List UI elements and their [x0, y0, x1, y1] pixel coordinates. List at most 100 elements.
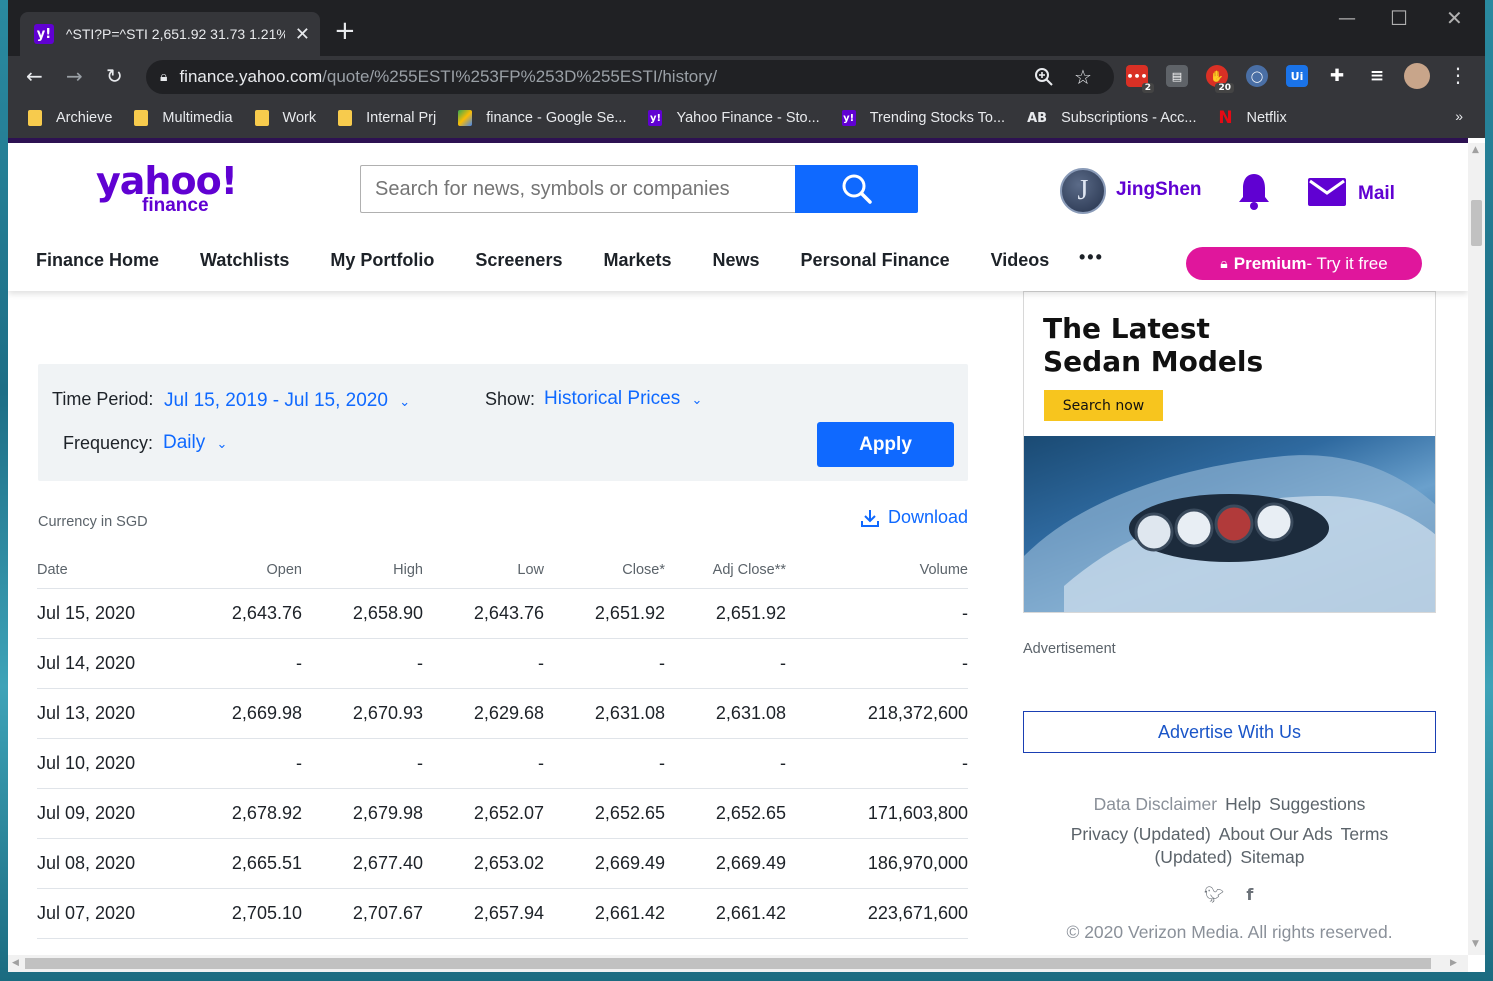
- bookmark-label: Archieve: [56, 110, 113, 126]
- close-window-icon[interactable]: ✕: [1446, 6, 1463, 30]
- footer-link-suggestions[interactable]: Suggestions: [1269, 794, 1365, 814]
- forward-icon[interactable]: →: [66, 64, 83, 88]
- bookmark-label: finance - Google Se...: [486, 110, 627, 126]
- ad-search-button[interactable]: Search now: [1044, 390, 1163, 421]
- avatar[interactable]: J: [1060, 168, 1106, 214]
- scroll-up-icon[interactable]: ▲: [1472, 145, 1479, 155]
- main-nav: Finance Home Watchlists My Portfolio Scr…: [36, 250, 1090, 271]
- new-tab-icon[interactable]: +: [334, 16, 356, 46]
- table-cell: 2,669.49: [665, 838, 786, 889]
- bell-icon[interactable]: [1236, 171, 1272, 216]
- more-bookmarks-icon[interactable]: »: [1455, 108, 1463, 124]
- mail-icon[interactable]: [1308, 178, 1346, 211]
- extension-badge: 20: [1215, 83, 1234, 93]
- search-input[interactable]: [360, 165, 796, 213]
- nav-news[interactable]: News: [713, 250, 760, 271]
- ad-title: The Latest Sedan Models: [1043, 312, 1263, 378]
- browser-tab[interactable]: y! ^STI?P=^STI 2,651.92 31.73 1.21% ✕: [20, 12, 320, 56]
- folder-icon: [338, 110, 353, 126]
- netflix-icon: N: [1218, 108, 1233, 128]
- reload-icon[interactable]: ↻: [106, 64, 123, 88]
- browser-menu-icon[interactable]: ⋮: [1448, 63, 1468, 87]
- nav-markets[interactable]: Markets: [603, 250, 671, 271]
- horizontal-scroll-thumb[interactable]: [25, 958, 1431, 969]
- frequency-dropdown[interactable]: Daily ⌄: [163, 432, 227, 454]
- show-dropdown[interactable]: Historical Prices ⌄: [544, 388, 702, 410]
- nav-finance-home[interactable]: Finance Home: [36, 250, 159, 271]
- search-button[interactable]: [795, 165, 918, 213]
- table-cell: -: [665, 738, 786, 789]
- profile-avatar-icon[interactable]: [1404, 63, 1430, 89]
- time-period-dropdown[interactable]: Jul 15, 2019 - Jul 15, 2020 ⌄: [164, 390, 410, 412]
- table-cell: -: [423, 738, 544, 789]
- footer-link-terms-updated[interactable]: (Updated): [1154, 847, 1232, 867]
- bookmark-trending-stocks[interactable]: y! Trending Stocks To...: [841, 110, 1005, 126]
- scroll-right-icon[interactable]: ▶: [1450, 958, 1457, 968]
- bookmark-subscriptions[interactable]: AB Subscriptions - Acc...: [1027, 110, 1196, 126]
- extension-printer-icon[interactable]: ▤: [1166, 65, 1188, 87]
- col-open: Open: [177, 553, 302, 589]
- table-cell: Jul 13, 2020: [37, 688, 177, 739]
- footer-link-terms[interactable]: Terms: [1341, 824, 1389, 844]
- bookmark-yahoo-finance[interactable]: y! Yahoo Finance - Sto...: [648, 110, 820, 126]
- address-bar[interactable]: 🔒︎ finance.yahoo.com/quote/%255ESTI%253F…: [146, 60, 1114, 94]
- footer-link-about-ads[interactable]: About Our Ads: [1219, 824, 1333, 844]
- facebook-icon[interactable]: f: [1246, 885, 1253, 904]
- nav-personal-finance[interactable]: Personal Finance: [801, 250, 950, 271]
- nav-watchlists[interactable]: Watchlists: [200, 250, 289, 271]
- nav-more-icon[interactable]: •••: [1079, 247, 1104, 268]
- table-cell: Jul 14, 2020: [37, 638, 177, 689]
- footer-link-privacy[interactable]: Privacy (Updated): [1071, 824, 1211, 844]
- nav-videos[interactable]: Videos: [991, 250, 1050, 271]
- bookmark-multimedia[interactable]: Multimedia: [134, 110, 233, 126]
- ad-banner[interactable]: The Latest Sedan Models Search now: [1023, 291, 1436, 613]
- bookmark-work[interactable]: Work: [254, 110, 316, 126]
- bookmark-netflix[interactable]: N Netflix: [1218, 108, 1287, 128]
- nav-screeners[interactable]: Screeners: [475, 250, 562, 271]
- table-cell: 2,631.08: [665, 688, 786, 739]
- google-sheets-icon: [458, 110, 473, 126]
- bookmark-label: Internal Prj: [366, 110, 437, 126]
- mail-link[interactable]: Mail: [1358, 183, 1395, 205]
- twitter-icon[interactable]: 🐦︎: [1204, 885, 1224, 904]
- apply-button[interactable]: Apply: [817, 422, 954, 467]
- table-row: Jul 08, 2020 2,665.51 2,677.40 2,653.02 2,66…: [37, 838, 968, 889]
- close-tab-icon[interactable]: ✕: [295, 24, 310, 45]
- bookmark-google-sheets[interactable]: finance - Google Se...: [458, 110, 626, 126]
- footer-link-sitemap[interactable]: Sitemap: [1240, 847, 1304, 867]
- bookmark-star-icon[interactable]: ☆: [1074, 65, 1092, 89]
- bookmark-label: Netflix: [1246, 110, 1287, 126]
- bookmark-archieve[interactable]: Archieve: [28, 110, 112, 126]
- vertical-scrollbar[interactable]: ▲ ▼: [1468, 143, 1485, 955]
- scroll-down-icon[interactable]: ▼: [1472, 939, 1479, 949]
- horizontal-scrollbar[interactable]: ◀ ▶: [8, 955, 1468, 972]
- vertical-scroll-thumb[interactable]: [1471, 200, 1482, 246]
- download-link[interactable]: Download: [860, 507, 968, 528]
- table-cell: 2,669.98: [177, 688, 302, 739]
- footer-link-help[interactable]: Help: [1225, 794, 1261, 814]
- bookmark-internal-prj[interactable]: Internal Prj: [338, 110, 436, 126]
- footer-link-data-disclaimer[interactable]: Data Disclaimer: [1094, 794, 1218, 814]
- lock-icon: 🔒︎: [160, 69, 168, 85]
- advertise-with-us-button[interactable]: Advertise With Us: [1023, 711, 1436, 753]
- maximize-icon[interactable]: ☐: [1390, 6, 1408, 30]
- user-name[interactable]: JingShen: [1116, 179, 1202, 201]
- table-cell: 218,372,600: [786, 688, 968, 739]
- extension-calendar-icon[interactable]: ••• 2: [1126, 65, 1154, 93]
- back-icon[interactable]: ←: [26, 64, 43, 88]
- media-queue-icon[interactable]: ≡: [1366, 65, 1388, 87]
- extension-ui-icon[interactable]: Ui: [1286, 65, 1308, 87]
- yahoo-finance-logo[interactable]: yahoo! finance: [96, 161, 238, 216]
- minimize-icon[interactable]: —: [1338, 8, 1356, 29]
- extension-adblock-icon[interactable]: ✋ 20: [1206, 65, 1234, 93]
- extensions-puzzle-icon[interactable]: ✚: [1326, 65, 1348, 87]
- extension-circle-icon[interactable]: ◯: [1246, 65, 1268, 87]
- zoom-icon[interactable]: [1034, 67, 1054, 92]
- table-cell: -: [177, 638, 302, 689]
- time-period-label: Time Period:: [52, 389, 154, 409]
- extension-badge: 2: [1141, 83, 1154, 93]
- scroll-left-icon[interactable]: ◀: [12, 958, 19, 968]
- premium-button[interactable]: 🔒︎ Premium - Try it free: [1186, 247, 1422, 280]
- col-adj-close: Adj Close**: [665, 553, 786, 589]
- nav-my-portfolio[interactable]: My Portfolio: [330, 250, 434, 271]
